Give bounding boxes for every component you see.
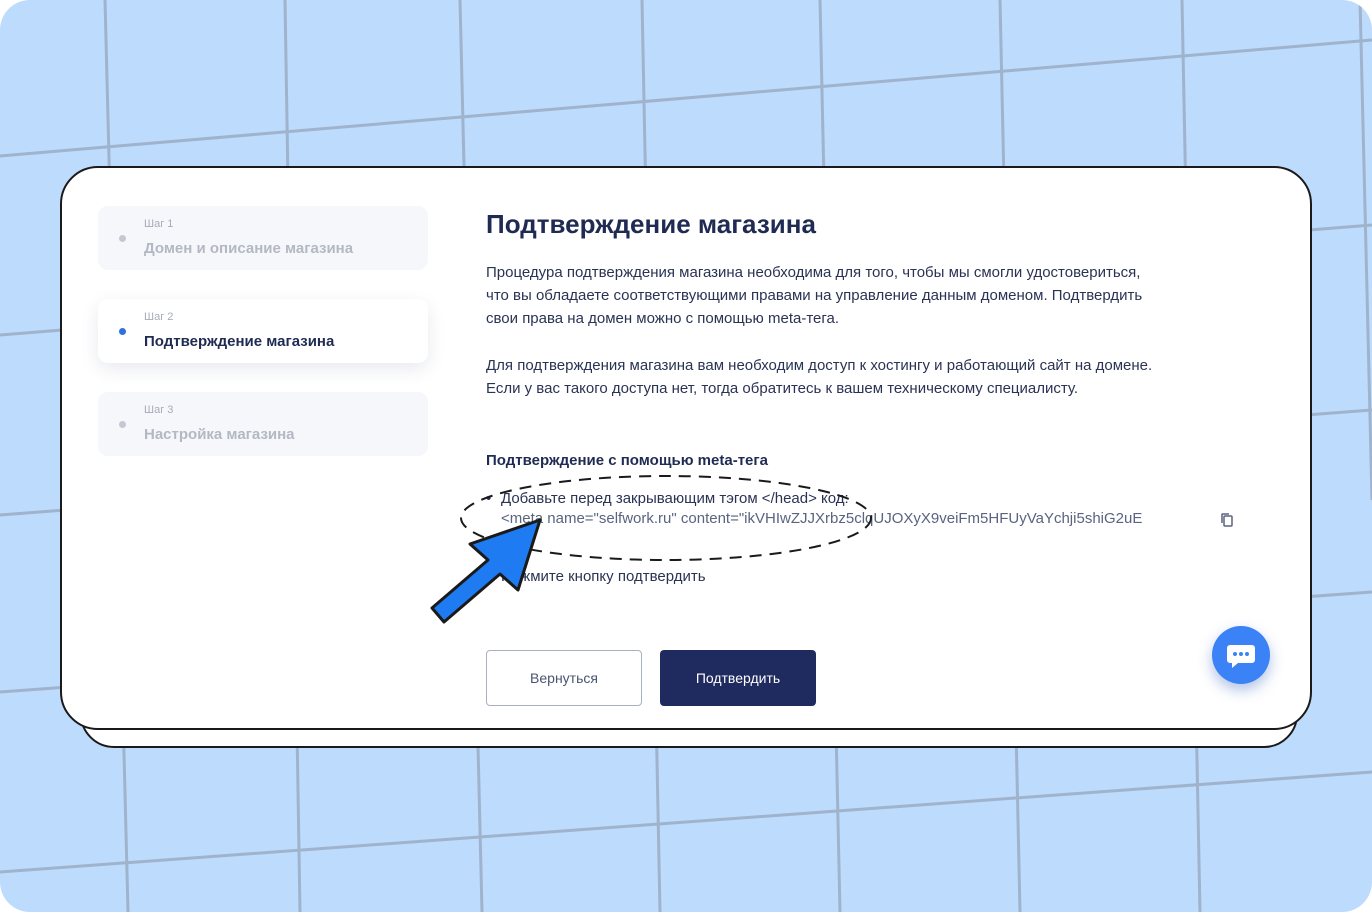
step-title: Домен и описание магазина: [144, 240, 354, 257]
step-title: Подтверждение магазина: [144, 333, 335, 350]
copy-icon[interactable]: [1220, 512, 1234, 528]
step-label: Шаг 1: [144, 218, 174, 230]
instruction-text: Добавьте перед закрывающим тэгом </head>…: [501, 490, 849, 507]
intro-paragraph: Процедура подтверждения магазина необход…: [486, 264, 1143, 327]
step-label: Шаг 3: [144, 404, 174, 416]
step-title: Настройка магазина: [144, 426, 295, 443]
step-dot: [119, 328, 126, 335]
section-subtitle: Подтверждение с помощью meta-тега: [486, 452, 768, 469]
confirm-button[interactable]: Подтвердить: [660, 650, 816, 706]
chat-bubble-icon: [1227, 645, 1255, 668]
instruction-item-2: Нажмите кнопку подтвердить: [501, 568, 706, 585]
step-item-3[interactable]: Шаг 3 Настройка магазина: [98, 392, 428, 456]
chat-button[interactable]: [1212, 626, 1270, 684]
step-item-2[interactable]: Шаг 2 Подтверждение магазина: [98, 299, 428, 363]
meta-tag-code[interactable]: <meta name="selfwork.ru" content="ikVHIw…: [501, 510, 1142, 527]
back-button[interactable]: Вернуться: [486, 650, 642, 706]
step-dot: [119, 235, 126, 242]
step-dot: [119, 421, 126, 428]
store-setup-card: Шаг 1 Домен и описание магазина Шаг 2 По…: [60, 166, 1312, 730]
bullet-marker: •: [486, 490, 492, 507]
step-item-1[interactable]: Шаг 1 Домен и описание магазина: [98, 206, 428, 270]
step-label: Шаг 2: [144, 311, 174, 323]
main-content: Подтверждение магазина Процедура подтвер…: [486, 208, 1233, 585]
access-paragraph: Для подтверждения магазина вам необходим…: [486, 357, 1153, 397]
page-title: Подтверждение магазина: [486, 209, 816, 239]
